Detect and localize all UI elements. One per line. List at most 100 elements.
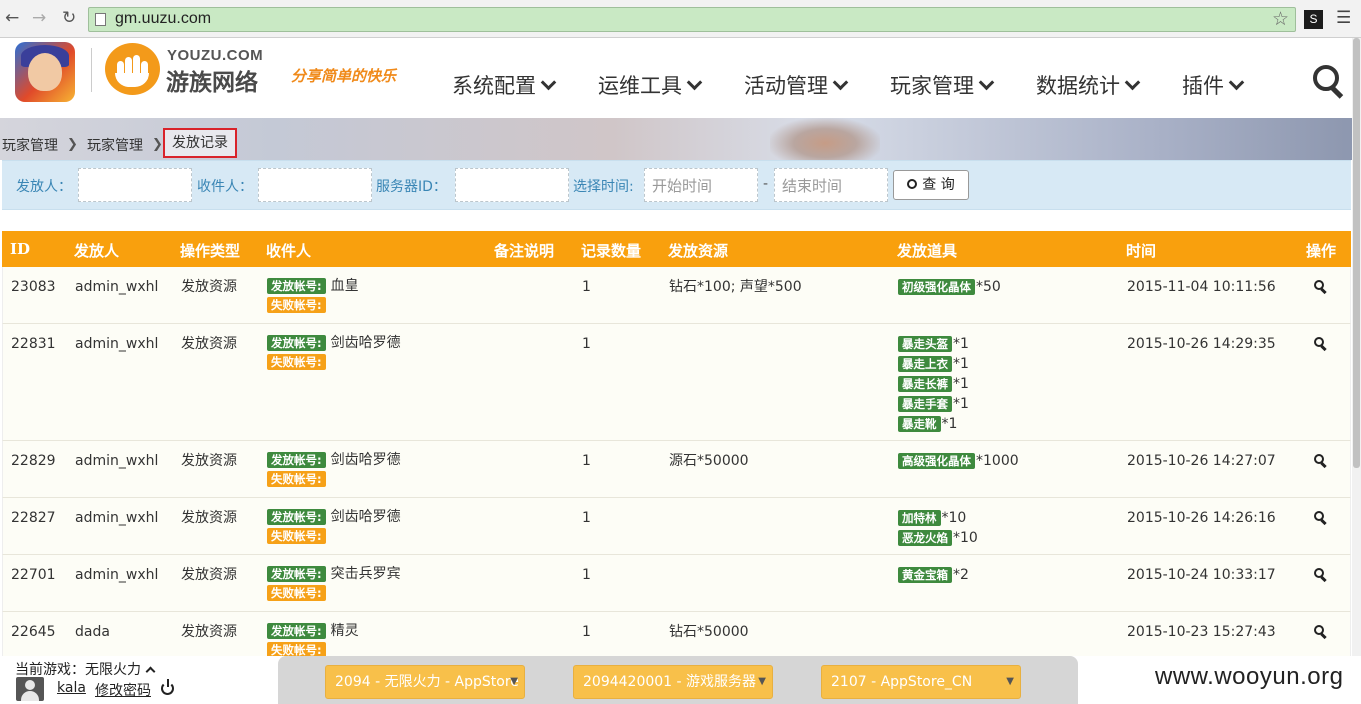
extension-icon[interactable]: S	[1304, 10, 1323, 29]
breadcrumb-current: 发放记录	[163, 128, 237, 158]
view-detail-icon[interactable]	[1314, 454, 1328, 469]
view-detail-icon[interactable]	[1314, 511, 1328, 526]
recipient-name: 精灵	[330, 623, 359, 639]
forward-icon[interactable]: →	[32, 8, 46, 28]
item-name-badge: 黄金宝箱	[898, 567, 952, 583]
current-game[interactable]: 当前游戏：无限火力	[15, 659, 156, 679]
item-qty: *1000	[976, 453, 1019, 469]
sender-input[interactable]	[78, 168, 192, 202]
nav-activity[interactable]: 活动管理	[744, 70, 849, 100]
server-id-input[interactable]	[455, 168, 569, 202]
sender-label: 发放人：	[16, 179, 72, 195]
nav-statistics[interactable]: 数据统计	[1036, 70, 1141, 100]
nav-system-config[interactable]: 系统配置	[452, 70, 557, 100]
item-name-badge: 加特林	[898, 510, 941, 526]
nav-plugins[interactable]: 插件	[1182, 70, 1245, 100]
filter-bar: 发放人： 收件人： 服务器ID： 选择时间: 开始时间 - 结束时间 查 询	[2, 160, 1351, 210]
nav-ops-tools[interactable]: 运维工具	[598, 70, 703, 100]
breadcrumb-item-1[interactable]: 玩家管理	[2, 135, 58, 155]
cell-sender: admin_wxhl	[75, 336, 159, 352]
item-name-badge: 暴走靴	[898, 416, 941, 432]
page-scrollbar[interactable]	[1352, 38, 1361, 656]
search-icon	[907, 179, 918, 189]
nav-label: 数据统计	[1036, 74, 1120, 98]
url-text: gm.uuzu.com	[115, 10, 212, 27]
game-select[interactable]: 2094 - 无限火力 - AppStore ▼	[325, 665, 525, 699]
view-detail-icon[interactable]	[1314, 337, 1328, 352]
cell-resource: 钻石*100; 声望*500	[669, 279, 802, 295]
cell-items: 黄金宝箱 *2	[898, 565, 969, 585]
back-icon[interactable]: ←	[5, 8, 19, 28]
chevron-down-icon	[540, 74, 557, 91]
end-time-input[interactable]: 结束时间	[774, 168, 888, 202]
cell-op-type: 发放资源	[181, 624, 237, 640]
item-entry: 暴走头盔 *1	[898, 334, 969, 354]
game-icon[interactable]	[15, 42, 75, 102]
recipient-name: 剑齿哈罗德	[330, 335, 401, 351]
chevron-down-icon	[686, 74, 703, 91]
col-sender: 发放人	[74, 242, 120, 260]
slogan: 分享简单的快乐	[291, 67, 397, 85]
table-header: ID 发放人 操作类型 收件人 备注说明 记录数量 发放资源 发放道具 时间 操…	[2, 231, 1351, 267]
server-select[interactable]: 2094420001 - 游戏服务器 ▼	[573, 665, 773, 699]
query-button-label: 查 询	[922, 177, 955, 193]
item-entry: 加特林 *10	[898, 508, 978, 528]
col-recipient: 收件人	[266, 242, 312, 260]
cell-time: 2015-10-23 15:27:43	[1127, 624, 1276, 640]
table-row: 22701 admin_wxhl 发放资源 1 2015-10-24 10:33:17 发…	[2, 555, 1351, 612]
item-name-badge: 高级强化晶体	[898, 453, 975, 469]
chevron-down-icon	[1228, 74, 1245, 91]
chevron-down-icon	[978, 74, 995, 91]
breadcrumb-item-2[interactable]: 玩家管理	[87, 135, 143, 155]
scrollbar-thumb[interactable]	[1353, 38, 1360, 468]
search-icon[interactable]	[1313, 65, 1344, 99]
youzu-logo[interactable]	[105, 43, 160, 95]
reload-icon[interactable]: ↻	[62, 8, 76, 28]
cell-items: 暴走头盔 *1 暴走上衣 *1 暴走长裤 *1 暴走手套 *1 暴走靴 *1	[898, 334, 969, 434]
item-entry: 暴走手套 *1	[898, 394, 969, 414]
chevron-right-icon: ❯	[152, 137, 163, 152]
address-bar[interactable]: gm.uuzu.com ☆	[88, 7, 1296, 32]
query-button[interactable]: 查 询	[893, 170, 969, 200]
nav-player[interactable]: 玩家管理	[890, 70, 995, 100]
cell-count: 1	[582, 336, 591, 352]
view-detail-icon[interactable]	[1314, 625, 1328, 640]
user-avatar	[16, 677, 44, 701]
fail-account-badge: 失败帐号:	[267, 585, 326, 601]
col-count: 记录数量	[581, 242, 642, 260]
receiver-input[interactable]	[258, 168, 372, 202]
logout-power-icon[interactable]	[161, 679, 174, 695]
item-qty: *1	[941, 416, 958, 432]
view-detail-icon[interactable]	[1314, 280, 1328, 295]
item-qty: *10	[953, 530, 978, 546]
item-qty: *1	[953, 336, 969, 352]
nav-label: 系统配置	[452, 74, 536, 98]
item-qty: *10	[941, 510, 967, 526]
cell-id: 22645	[11, 624, 56, 640]
change-password-link[interactable]: 修改密码	[95, 680, 151, 700]
item-qty: *1	[953, 356, 969, 372]
cell-resource: 源石*50000	[669, 453, 749, 469]
platform-select[interactable]: 2107 - AppStore_CN ▼	[821, 665, 1021, 699]
nav-label: 玩家管理	[890, 74, 974, 98]
cell-items: 高级强化晶体 *1000	[898, 451, 1019, 471]
cell-recipient: 发放帐号: 剑齿哈罗德 失败帐号:	[267, 334, 401, 372]
brand-en: YOUZU.COM	[167, 47, 264, 64]
username-link[interactable]: kala	[57, 680, 86, 696]
chevron-up-icon	[145, 666, 156, 677]
cell-count: 1	[582, 453, 591, 469]
current-game-name: 无限火力	[85, 662, 141, 678]
cell-recipient: 发放帐号: 剑齿哈罗德 失败帐号:	[267, 508, 401, 546]
browser-menu-icon[interactable]: ☰	[1336, 8, 1351, 28]
cell-recipient: 发放帐号: 血皇 失败帐号:	[267, 277, 359, 315]
brand-cn: 游族网络	[166, 70, 258, 96]
start-time-input[interactable]: 开始时间	[644, 168, 758, 202]
item-entry: 暴走长裤 *1	[898, 374, 969, 394]
cell-sender: admin_wxhl	[75, 567, 159, 583]
chevron-down-icon	[832, 74, 849, 91]
view-detail-icon[interactable]	[1314, 568, 1328, 583]
recipient-name: 剑齿哈罗德	[330, 452, 401, 468]
star-icon[interactable]: ☆	[1272, 8, 1289, 30]
success-account-badge: 发放帐号:	[267, 278, 326, 294]
success-account-badge: 发放帐号:	[267, 335, 326, 351]
